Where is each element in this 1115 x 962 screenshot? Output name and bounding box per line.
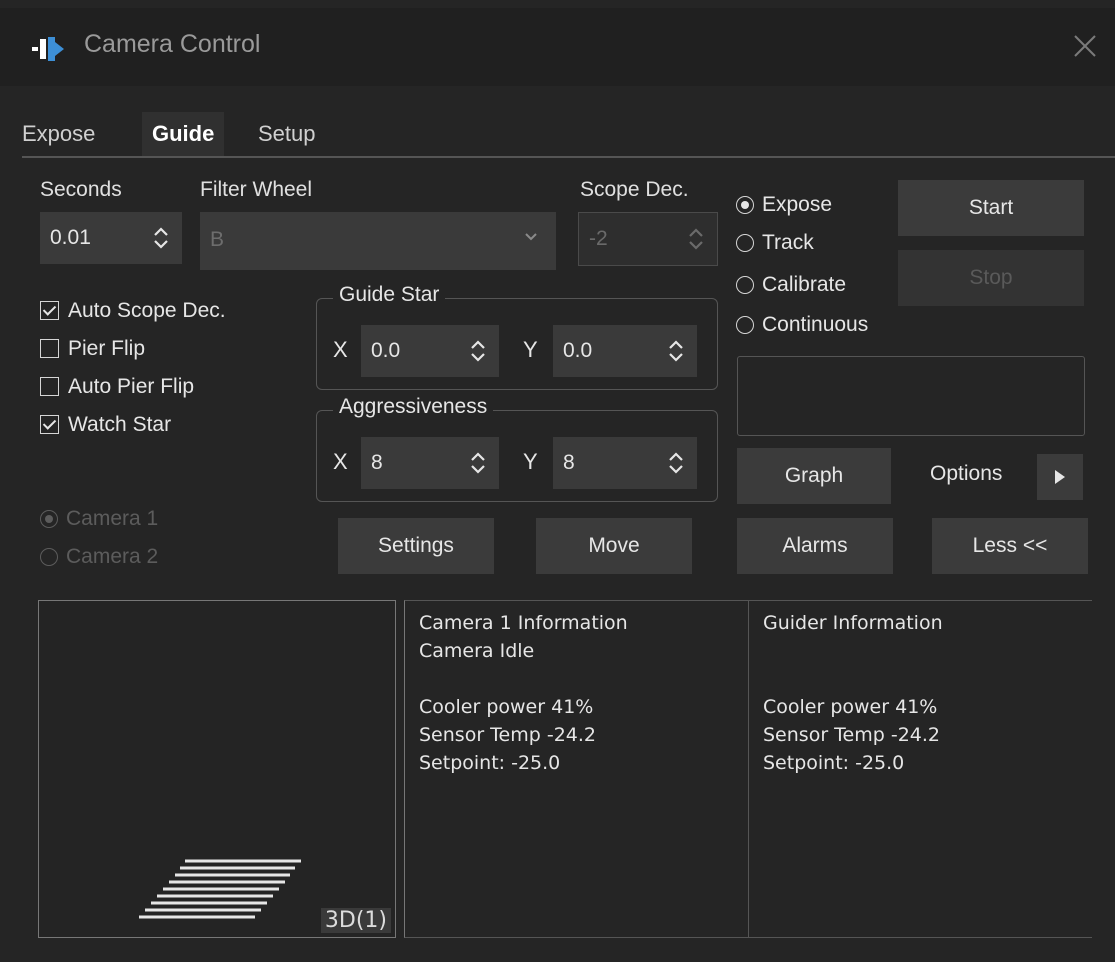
radio-selected-icon [736,196,754,214]
guide-star-x-spinner[interactable]: 0.0 [361,325,499,377]
aggressiveness-title: Aggressiveness [333,395,494,419]
aggressiveness-y-value: 8 [563,451,575,474]
tab-guide[interactable]: Guide [142,112,225,156]
spinner-arrows-icon [154,227,168,249]
spinner-arrows-icon [471,340,485,362]
tab-divider [22,156,1115,158]
spinner-arrows-icon [689,228,703,250]
guider-info-panel: Guider Information Cooler power 41% Sens… [748,600,1092,938]
tab-expose[interactable]: Expose [12,112,105,156]
guider-info-title: Guider Information [763,612,943,634]
graph-button-label: Graph [784,464,844,487]
checkbox-label: Auto Scope Dec. [68,299,226,322]
filter-wheel-select[interactable]: B [200,212,556,270]
camera-info-panel: Camera 1 Information Camera Idle Cooler … [404,600,748,938]
checkbox-unchecked-icon [40,377,59,396]
move-button-label: Move [588,534,640,557]
guide-star-x-label: X [333,337,348,362]
guide-star-x-value: 0.0 [371,339,401,362]
guide-star-title: Guide Star [333,283,446,307]
radio-track-label: Track [762,231,814,254]
filter-wheel-label: Filter Wheel [200,178,313,201]
star-preview-panel[interactable]: 3D(1) [38,600,396,938]
settings-button-label: Settings [378,534,454,557]
aggressiveness-x-spinner[interactable]: 8 [361,437,499,489]
radio-selected-icon [40,510,58,528]
guide-star-y-label: Y [523,337,538,362]
checkbox-label: Watch Star [68,413,172,436]
guide-status-box [737,356,1085,436]
camera-setpoint: Setpoint: -25.0 [419,752,561,774]
checkbox-checked-icon [40,415,59,434]
scope-dec-value: -2 [589,227,608,250]
guider-setpoint: Setpoint: -25.0 [763,752,905,774]
close-icon [1074,35,1096,57]
start-button-label: Start [968,196,1014,219]
radio-unselected-icon [40,548,58,566]
radio-camera-1-label: Camera 1 [66,507,159,530]
app-logo-icon [32,37,64,61]
aggressiveness-y-spinner[interactable]: 8 [553,437,697,489]
settings-button[interactable]: Settings [338,518,494,574]
camera-sensor-temp: Sensor Temp -24.2 [419,724,597,746]
triangle-right-icon [1055,470,1065,484]
radio-expose-label: Expose [762,193,833,216]
camera-control-window: Camera Control Expose Guide Setup Second… [0,0,1115,962]
guider-sensor-temp: Sensor Temp -24.2 [763,724,941,746]
less-button-label: Less << [972,534,1048,557]
camera-status: Camera Idle [419,640,535,662]
tab-setup[interactable]: Setup [248,112,326,156]
alarms-button[interactable]: Alarms [737,518,893,574]
close-button[interactable] [1065,26,1105,66]
checkbox-unchecked-icon [40,339,59,358]
options-expand-button[interactable] [1037,454,1083,500]
chevron-down-icon [525,233,537,241]
spinner-arrows-icon [471,452,485,474]
checkbox-label: Auto Pier Flip [68,375,195,398]
3d-profile-icon [139,859,301,919]
filter-wheel-value: B [210,228,225,251]
aggressiveness-y-label: Y [523,449,538,474]
camera-info-title: Camera 1 Information [419,612,628,634]
camera-cooler-power: Cooler power 41% [419,696,594,718]
guide-star-y-spinner[interactable]: 0.0 [553,325,697,377]
title-bar: Camera Control [0,8,1115,86]
guider-cooler-power: Cooler power 41% [763,696,938,718]
seconds-spinner[interactable]: 0.01 [40,212,182,264]
stop-button[interactable]: Stop [898,250,1084,306]
scope-dec-label: Scope Dec. [580,178,689,201]
move-button[interactable]: Move [536,518,692,574]
aggressiveness-x-label: X [333,449,348,474]
checkbox-checked-icon [40,301,59,320]
stop-button-label: Stop [969,266,1013,289]
aggressiveness-group: Aggressiveness X 8 Y 8 [316,395,718,502]
less-button[interactable]: Less << [932,518,1088,574]
radio-unselected-icon [736,234,754,252]
guide-star-group: Guide Star X 0.0 Y 0.0 [316,283,718,390]
start-button[interactable]: Start [898,180,1084,236]
aggressiveness-x-value: 8 [371,451,383,474]
options-label: Options [930,462,1003,485]
3d-view-badge[interactable]: 3D(1) [320,908,391,933]
guide-star-y-value: 0.0 [563,339,593,362]
radio-unselected-icon [736,316,754,334]
checkbox-label: Pier Flip [68,337,146,360]
graph-button[interactable]: Graph [737,448,891,504]
radio-camera-2-label: Camera 2 [66,545,159,568]
radio-unselected-icon [736,276,754,294]
radio-calibrate-label: Calibrate [762,273,847,296]
spinner-arrows-icon [669,452,683,474]
seconds-label: Seconds [40,178,122,201]
seconds-value: 0.01 [50,226,91,249]
spinner-arrows-icon [669,340,683,362]
scope-dec-spinner[interactable]: -2 [578,212,718,266]
radio-continuous-label: Continuous [762,313,869,336]
window-title: Camera Control [84,30,261,58]
alarms-button-label: Alarms [782,534,848,557]
